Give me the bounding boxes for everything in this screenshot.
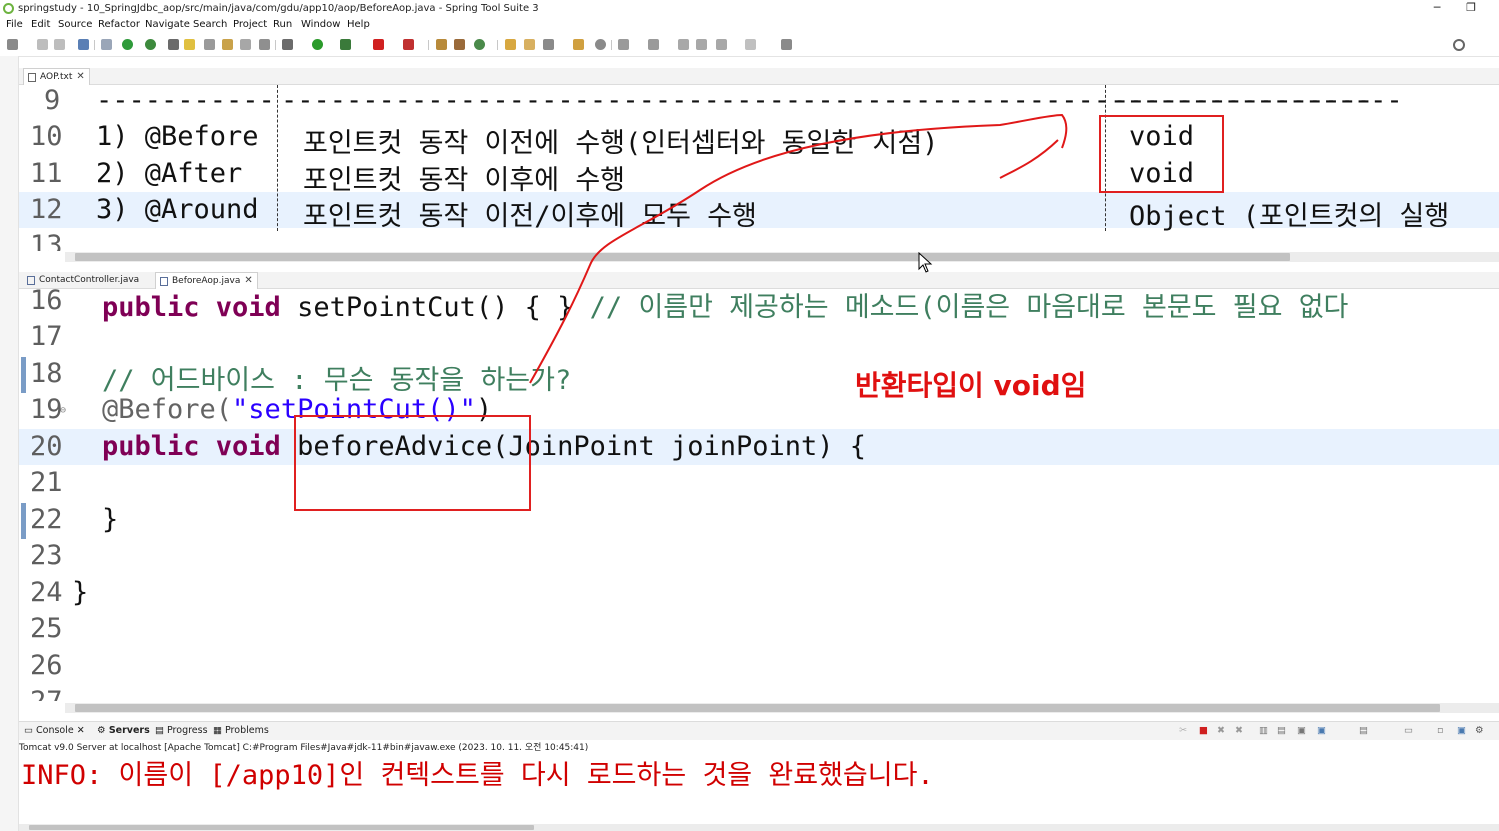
annotation-note: 반환타입이 void임: [855, 369, 1087, 402]
mouse-cursor-icon: [918, 252, 933, 273]
arrow-path: [529, 113, 1068, 384]
annotation-arrow: [529, 113, 1068, 384]
arrow-head: [999, 139, 1059, 179]
